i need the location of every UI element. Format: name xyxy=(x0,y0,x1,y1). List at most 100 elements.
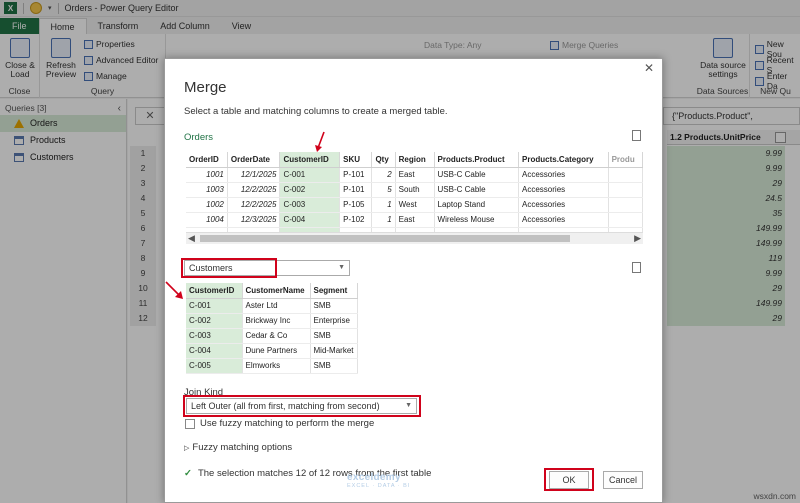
table-cell[interactable]: P-102 xyxy=(339,212,373,228)
table-cell[interactable]: Wireless Mouse xyxy=(434,212,520,228)
column-header[interactable]: CustomerID xyxy=(186,283,243,299)
column-header[interactable]: OrderDate xyxy=(227,152,281,168)
fuzzy-options-label: Fuzzy matching options xyxy=(192,442,293,453)
table-cell[interactable]: C-001 xyxy=(279,167,341,183)
table-cell[interactable]: C-002 xyxy=(279,182,341,198)
preview-refresh-icon[interactable] xyxy=(632,262,641,273)
scrollbar-thumb[interactable] xyxy=(200,235,570,242)
table-row[interactable]: C-005 Elmworks SMB xyxy=(186,358,358,374)
column-header[interactable]: Region xyxy=(395,152,435,168)
table-cell[interactable]: Enterprise xyxy=(310,313,358,329)
table-cell[interactable]: 12/1/2025 xyxy=(227,167,281,183)
table-cell[interactable]: East xyxy=(395,167,435,183)
table-row[interactable]: 1001 12/1/2025 C-001 P-101 2 East USB-C Cable A… xyxy=(186,167,644,183)
table-cell[interactable]: East xyxy=(395,212,435,228)
table-cell[interactable]: 1003 xyxy=(186,182,228,198)
fuzzy-matching-checkbox[interactable] xyxy=(185,419,195,429)
table-cell[interactable]: P-101 xyxy=(339,182,373,198)
table-cell[interactable]: SMB xyxy=(310,298,358,314)
table-cell[interactable]: P-101 xyxy=(339,167,373,183)
table-cell[interactable]: Accessories xyxy=(518,212,609,228)
table-cell[interactable]: Laptop Stand xyxy=(434,197,520,213)
checkmark-icon: ✓ xyxy=(184,468,192,479)
table-cell[interactable]: 1001 xyxy=(186,167,228,183)
table-cell[interactable]: Cedar & Co xyxy=(242,328,311,344)
table-cell[interactable]: 12/2/2025 xyxy=(227,182,281,198)
annotation-arrow-icon xyxy=(315,131,325,152)
scroll-left-icon[interactable]: ◀ xyxy=(188,233,195,244)
column-header[interactable]: CustomerName xyxy=(242,283,311,299)
preview-refresh-icon[interactable] xyxy=(632,130,641,141)
chevron-right-icon: ▷ xyxy=(184,445,190,452)
table-row[interactable]: 1003 12/2/2025 C-002 P-101 5 South USB-C Cable… xyxy=(186,182,644,198)
merge-dialog: ✕ Merge Select a table and matching colu… xyxy=(164,58,663,503)
table-cell[interactable]: Aster Ltd xyxy=(242,298,311,314)
table-cell[interactable]: C-003 xyxy=(186,328,243,344)
fuzzy-options-expander[interactable]: ▷ Fuzzy matching options xyxy=(184,442,292,453)
annotation-arrow-icon xyxy=(165,281,183,299)
table-cell[interactable]: C-001 xyxy=(186,298,243,314)
table-cell[interactable]: SMB xyxy=(310,328,358,344)
watermark-tagline: EXCEL · DATA · BI xyxy=(347,483,411,489)
table-cell[interactable]: West xyxy=(395,197,435,213)
table-cell[interactable]: USB-C Cable xyxy=(434,167,520,183)
table-cell[interactable]: Mid-Market xyxy=(310,343,358,359)
table-cell[interactable]: Accessories xyxy=(518,182,609,198)
table-cell[interactable]: C-002 xyxy=(186,313,243,329)
table-row[interactable]: C-003 Cedar & Co SMB xyxy=(186,328,358,344)
table-cell[interactable]: 1 xyxy=(371,212,396,228)
dialog-subtitle: Select a table and matching columns to c… xyxy=(184,106,448,117)
table-cell[interactable] xyxy=(608,212,644,228)
table-cell[interactable]: 1002 xyxy=(186,197,228,213)
horizontal-scrollbar[interactable]: ◀ ▶ xyxy=(186,232,643,244)
table-cell[interactable]: USB-C Cable xyxy=(434,182,520,198)
table-cell[interactable]: 12/2/2025 xyxy=(227,197,281,213)
table-cell[interactable]: 1 xyxy=(371,197,396,213)
table-row[interactable]: C-001 Aster Ltd SMB xyxy=(186,298,358,314)
table-cell[interactable]: SMB xyxy=(310,358,358,374)
table-cell[interactable]: 1004 xyxy=(186,212,228,228)
table-cell[interactable]: Accessories xyxy=(518,197,609,213)
corner-watermark: wsxdn.com xyxy=(753,491,796,501)
table-row[interactable]: C-004 Dune Partners Mid-Market xyxy=(186,343,358,359)
table-cell[interactable] xyxy=(608,167,644,183)
annotation-highlight xyxy=(181,258,277,278)
table-cell[interactable]: 2 xyxy=(371,167,396,183)
table-cell[interactable] xyxy=(608,182,644,198)
table-row[interactable]: 1002 12/2/2025 C-003 P-105 1 West Laptop Stand… xyxy=(186,197,644,213)
chevron-down-icon: ▼ xyxy=(338,264,345,271)
column-header[interactable]: Qty xyxy=(371,152,396,168)
table-cell[interactable]: 12/3/2025 xyxy=(227,212,281,228)
table-cell[interactable]: C-003 xyxy=(279,197,341,213)
column-header[interactable]: Segment xyxy=(310,283,358,299)
watermark-logo: exceldemy EXCEL · DATA · BI xyxy=(347,472,410,489)
orders-preview-table: OrderID OrderDate CustomerID SKU Qty Region Pr… xyxy=(186,152,644,243)
column-header[interactable]: Produ xyxy=(608,152,644,168)
column-header[interactable]: Products.Category xyxy=(518,152,609,168)
first-table-label: Orders xyxy=(184,132,214,143)
column-header[interactable]: CustomerID xyxy=(279,152,341,168)
table-cell[interactable]: Accessories xyxy=(518,167,609,183)
table-row[interactable]: C-002 Brickway Inc Enterprise xyxy=(186,313,358,329)
column-header[interactable]: Products.Product xyxy=(434,152,520,168)
close-icon[interactable]: ✕ xyxy=(644,61,654,75)
column-header[interactable]: SKU xyxy=(339,152,373,168)
table-cell[interactable]: P-105 xyxy=(339,197,373,213)
cancel-button[interactable]: Cancel xyxy=(603,471,643,489)
table-cell[interactable]: C-004 xyxy=(279,212,341,228)
table-cell[interactable]: C-005 xyxy=(186,358,243,374)
column-header[interactable]: OrderID xyxy=(186,152,228,168)
scroll-right-icon[interactable]: ▶ xyxy=(634,233,641,244)
table-cell[interactable]: Brickway Inc xyxy=(242,313,311,329)
table-cell[interactable]: Dune Partners xyxy=(242,343,311,359)
annotation-highlight xyxy=(183,395,421,417)
table-cell[interactable]: South xyxy=(395,182,435,198)
annotation-highlight xyxy=(544,468,594,491)
table-cell[interactable]: C-004 xyxy=(186,343,243,359)
dialog-title: Merge xyxy=(184,79,227,96)
table-cell[interactable]: 5 xyxy=(371,182,396,198)
table-cell[interactable] xyxy=(608,197,644,213)
table-row[interactable]: 1004 12/3/2025 C-004 P-102 1 East Wireless Mou… xyxy=(186,212,644,228)
table-cell[interactable]: Elmworks xyxy=(242,358,311,374)
customers-preview-table: CustomerID CustomerName Segment C-001 Aster… xyxy=(186,283,358,374)
